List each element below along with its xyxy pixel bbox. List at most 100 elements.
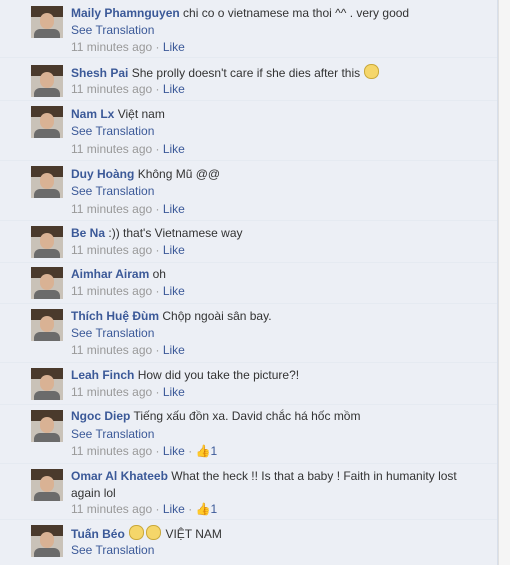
separator: · xyxy=(152,243,163,257)
like-link[interactable]: Like xyxy=(163,284,185,298)
comment-item: Omar Al Khateeb What the heck !! Is that… xyxy=(0,463,497,520)
like-link[interactable]: Like xyxy=(163,502,185,516)
thumbs-up-icon[interactable]: 👍 xyxy=(196,502,211,516)
avatar[interactable] xyxy=(31,166,63,198)
avatar[interactable] xyxy=(31,309,63,341)
comment-author[interactable]: Nam Lx xyxy=(71,107,114,121)
comment-item: Duy Hoàng Không Mũ @@ See Translation 11… xyxy=(0,160,497,221)
comment-meta: 11 minutes ago · Like · 👍1 xyxy=(71,443,217,460)
smiley-icon xyxy=(146,525,162,540)
separator: · xyxy=(152,385,163,399)
comment-meta: 11 minutes ago · Like xyxy=(71,201,185,218)
comment-text: oh xyxy=(152,267,166,281)
comment-time[interactable]: 11 minutes ago xyxy=(71,343,152,357)
like-link[interactable]: Like xyxy=(163,40,185,54)
comment-item: Be Na :)) that's Vietnamese way 11 minut… xyxy=(0,220,497,263)
comment-meta: 11 minutes ago · Like · 👍1 xyxy=(71,501,217,518)
comment-meta: 11 minutes ago · Like xyxy=(71,39,185,56)
comment-author[interactable]: Maily Phamnguyen xyxy=(71,6,180,20)
comment-text: Việt nam xyxy=(117,107,165,121)
comment-meta: 11 minutes ago · Like xyxy=(71,342,185,359)
comment-item: Nam Lx Việt nam See Translation 11 minut… xyxy=(0,100,497,161)
comment-author[interactable]: Be Na xyxy=(71,226,105,240)
like-link[interactable]: Like xyxy=(163,142,185,156)
comment-time[interactable]: 11 minutes ago xyxy=(71,82,152,96)
separator: · xyxy=(152,40,163,54)
smiley-icon xyxy=(364,64,380,79)
comment-time[interactable]: 11 minutes ago xyxy=(71,444,152,458)
comment-author[interactable]: Tuấn Béo xyxy=(71,527,125,541)
like-link[interactable]: Like xyxy=(163,202,185,216)
comment-time[interactable]: 11 minutes ago xyxy=(71,284,152,298)
comment-text: Không Mũ @@ xyxy=(137,167,221,181)
scrollbar[interactable] xyxy=(498,0,510,565)
avatar[interactable] xyxy=(31,525,63,557)
comment-time[interactable]: 11 minutes ago xyxy=(71,385,152,399)
see-translation-link[interactable]: See Translation xyxy=(71,542,154,559)
comment-author[interactable]: Aimhar Airam xyxy=(71,267,149,281)
comments-panel: Maily Phamnguyen chi co o vietnamese ma … xyxy=(0,0,498,565)
like-link[interactable]: Like xyxy=(163,82,185,96)
avatar[interactable] xyxy=(31,65,63,97)
see-translation-link[interactable]: See Translation xyxy=(71,183,154,200)
comment-item: Maily Phamnguyen chi co o vietnamese ma … xyxy=(0,0,497,58)
comment-meta: 11 minutes ago · Like xyxy=(71,141,185,158)
avatar[interactable] xyxy=(31,410,63,442)
like-count[interactable]: 1 xyxy=(210,502,217,516)
see-translation-link[interactable]: See Translation xyxy=(71,426,154,443)
comment-text: :)) that's Vietnamese way xyxy=(108,226,243,240)
comment-author[interactable]: Shesh Pai xyxy=(71,66,128,80)
like-link[interactable]: Like xyxy=(163,385,185,399)
see-translation-link[interactable]: See Translation xyxy=(71,123,154,140)
comment-author[interactable]: Omar Al Khateeb xyxy=(71,469,168,483)
separator: · xyxy=(184,502,196,516)
comment-item: Tuấn Béo VIỆT NAM See Translation xyxy=(0,519,497,565)
comment-author[interactable]: Leah Finch xyxy=(71,368,134,382)
comment-text: Chộp ngoài sân bay. xyxy=(162,309,272,323)
avatar[interactable] xyxy=(31,469,63,501)
avatar[interactable] xyxy=(31,226,63,258)
comment-time[interactable]: 11 minutes ago xyxy=(71,40,152,54)
comment-meta: 11 minutes ago · Like xyxy=(71,81,185,98)
smiley-icon xyxy=(129,525,145,540)
comment-meta: 11 minutes ago · Like xyxy=(71,384,185,401)
comment-time[interactable]: 11 minutes ago xyxy=(71,502,152,516)
comment-author[interactable]: Ngoc Diep xyxy=(71,409,130,423)
like-link[interactable]: Like xyxy=(163,343,185,357)
comment-meta: 11 minutes ago · Like xyxy=(71,242,185,259)
comment-item: Leah Finch How did you take the picture?… xyxy=(0,362,497,405)
separator: · xyxy=(152,284,163,298)
separator: · xyxy=(184,444,196,458)
comment-item: Shesh Pai She prolly doesn't care if she… xyxy=(0,57,497,101)
comment-author[interactable]: Duy Hoàng xyxy=(71,167,134,181)
separator: · xyxy=(152,202,163,216)
avatar[interactable] xyxy=(31,6,63,38)
like-count[interactable]: 1 xyxy=(210,444,217,458)
comment-time[interactable]: 11 minutes ago xyxy=(71,243,152,257)
comment-time[interactable]: 11 minutes ago xyxy=(71,142,152,156)
avatar[interactable] xyxy=(31,267,63,299)
comment-text: Tiếng xấu đồn xa. David chắc há hốc mồm xyxy=(133,409,361,423)
separator: · xyxy=(152,343,163,357)
avatar[interactable] xyxy=(31,368,63,400)
comment-text: She prolly doesn't care if she dies afte… xyxy=(131,66,361,80)
like-link[interactable]: Like xyxy=(163,243,185,257)
separator: · xyxy=(152,82,163,96)
separator: · xyxy=(152,502,163,516)
comment-item: Thích Huệ Đùm Chộp ngoài sân bay. See Tr… xyxy=(0,303,497,363)
separator: · xyxy=(152,142,163,156)
comment-item: Aimhar Airam oh 11 minutes ago · Like xyxy=(0,262,497,304)
comment-text: chi co o vietnamese ma thoi ^^ . very go… xyxy=(183,6,410,20)
comment-text: VIỆT NAM xyxy=(165,527,222,541)
like-link[interactable]: Like xyxy=(163,444,185,458)
see-translation-link[interactable]: See Translation xyxy=(71,22,154,39)
thumbs-up-icon[interactable]: 👍 xyxy=(196,444,211,458)
comment-item: Ngoc Diep Tiếng xấu đồn xa. David chắc h… xyxy=(0,404,497,464)
comment-time[interactable]: 11 minutes ago xyxy=(71,202,152,216)
comment-author[interactable]: Thích Huệ Đùm xyxy=(71,309,159,323)
avatar[interactable] xyxy=(31,106,63,138)
comment-text: How did you take the picture?! xyxy=(137,368,300,382)
separator: · xyxy=(152,444,163,458)
comment-meta: 11 minutes ago · Like xyxy=(71,283,185,300)
see-translation-link[interactable]: See Translation xyxy=(71,325,154,342)
